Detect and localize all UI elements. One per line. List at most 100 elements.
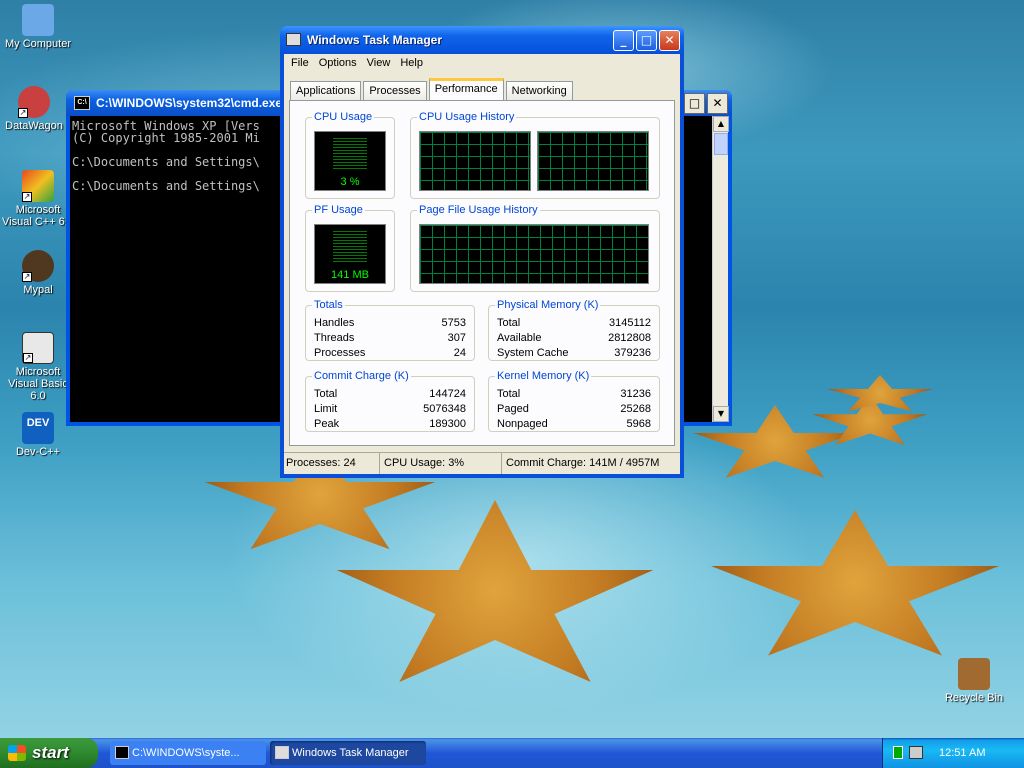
physical-memory-group: Physical Memory (K) Total 3145112 Availab… (488, 299, 660, 361)
maximize-button[interactable]: □ (636, 30, 657, 51)
tab-networking[interactable]: Networking (505, 81, 573, 100)
cmd-scrollbar[interactable]: ▲ ▼ (712, 116, 729, 422)
row-value: 31236 (620, 388, 651, 400)
task-manager-icon (275, 746, 289, 759)
row-value: 379236 (614, 347, 651, 359)
task-manager-window[interactable]: Windows Task Manager _ □ ✕ File Options … (280, 26, 684, 478)
row-value: 5968 (626, 418, 651, 430)
row-value: 144724 (429, 388, 466, 400)
pf-usage-value: 141 MB (331, 269, 369, 281)
pf-history-graph (419, 224, 649, 284)
task-manager-title: Windows Task Manager (307, 33, 443, 47)
pf-usage-label: PF Usage (312, 204, 365, 216)
desktop-icon-label: Recycle Bin (944, 692, 1004, 704)
physical-memory-label: Physical Memory (K) (495, 299, 601, 311)
row-key: Total (497, 388, 521, 400)
taskbar-button-cmd[interactable]: C:\WINDOWS\syste... (110, 741, 266, 765)
starfish-decoration (827, 375, 933, 412)
computer-icon (22, 4, 54, 36)
physical-memory-row: Available 2812808 (497, 331, 651, 346)
kernel-memory-label: Kernel Memory (K) (495, 370, 592, 382)
row-key: Total (314, 388, 338, 400)
totals-label: Totals (312, 299, 345, 311)
totals-group: Totals Handles 5753 Threads 307 Processes 2… (305, 299, 475, 361)
tab-performance[interactable]: Performance (428, 78, 504, 100)
start-label: start (32, 743, 69, 762)
shortcut-arrow-icon: ↗ (22, 192, 32, 202)
physical-memory-rows: Total 3145112 Available 2812808 System Cac… (497, 316, 651, 361)
desktop-icon-visual-cpp[interactable]: ↗ Microsoft Visual C++ 6.0 (0, 170, 76, 228)
row-value: 307 (447, 332, 466, 344)
cmd-icon (115, 746, 129, 759)
menu-bar: File Options View Help (284, 54, 680, 74)
row-value: 2812808 (608, 332, 651, 344)
visual-cpp-icon: ↗ (22, 170, 54, 202)
minimize-button[interactable]: _ (613, 30, 634, 51)
row-value: 3145112 (608, 317, 651, 329)
performance-panel: CPU Usage 3 % CPU Usage History PF Usage… (289, 100, 675, 446)
menu-file[interactable]: File (286, 54, 314, 74)
starfish-decoration (336, 500, 654, 682)
physical-memory-row: Total 3145112 (497, 316, 651, 331)
desktop-icon-mypal[interactable]: ↗ Mypal (0, 250, 76, 296)
scroll-down-icon[interactable]: ▼ (713, 406, 729, 422)
start-button[interactable]: start (0, 738, 98, 768)
task-manager-tray-icon[interactable] (893, 746, 903, 759)
pf-usage-group: PF Usage 141 MB (305, 204, 395, 292)
dev-cpp-icon: DEV (22, 412, 54, 444)
starfish-decoration (711, 510, 999, 656)
taskbar-button-task-manager[interactable]: Windows Task Manager (270, 741, 426, 765)
task-manager-client: File Options View Help Applications Proc… (284, 54, 680, 474)
mypal-raccoon-icon: ↗ (22, 250, 54, 282)
cmd-close-button[interactable]: ✕ (707, 93, 728, 114)
cmd-maximize-button[interactable]: □ (684, 93, 705, 114)
row-key: Available (497, 332, 542, 344)
taskbar-button-label: Windows Task Manager (292, 747, 409, 759)
commit-charge-row: Peak 189300 (314, 417, 466, 432)
row-key: Threads (314, 332, 355, 344)
totals-row: Threads 307 (314, 331, 466, 346)
menu-view[interactable]: View (362, 54, 396, 74)
network-icon[interactable] (909, 746, 923, 759)
desktop-icon-visual-basic[interactable]: ↗ Microsoft Visual Basic 6.0 (0, 332, 76, 402)
totals-rows: Handles 5753 Threads 307 Processes 24 (314, 316, 466, 361)
clock[interactable]: 12:51 AM (939, 738, 985, 768)
meter-bars (333, 231, 367, 263)
kernel-memory-group: Kernel Memory (K) Total 31236 Paged 25268 … (488, 370, 660, 432)
shortcut-arrow-icon: ↗ (22, 272, 32, 282)
tab-processes[interactable]: Processes (363, 81, 427, 100)
task-manager-icon (286, 33, 301, 46)
cpu-history-group: CPU Usage History (410, 111, 660, 199)
scroll-up-icon[interactable]: ▲ (713, 116, 729, 132)
desktop-icon-label: DataWagon (5, 120, 63, 132)
desktop-icon-my-computer[interactable]: My Computer (0, 4, 76, 50)
close-button[interactable]: ✕ (659, 30, 680, 51)
totals-row: Handles 5753 (314, 316, 466, 331)
desktop-icon-label: Mypal (23, 284, 53, 296)
cpu-usage-value: 3 % (340, 176, 360, 188)
desktop-icon-label: Dev-C++ (15, 446, 61, 458)
cpu-history-graph-core-2 (537, 131, 649, 191)
tab-applications[interactable]: Applications (290, 81, 362, 100)
row-value: 5076348 (423, 403, 466, 415)
cpu-usage-group: CPU Usage 3 % (305, 111, 395, 199)
row-key: Processes (314, 347, 366, 359)
system-tray: 12:51 AM (882, 738, 1024, 768)
scroll-thumb[interactable] (714, 133, 728, 155)
commit-charge-rows: Total 144724 Limit 5076348 Peak 189300 (314, 387, 466, 432)
cpu-history-graph-core-1 (419, 131, 531, 191)
cmd-title: C:\WINDOWS\system32\cmd.exe (96, 96, 283, 110)
kernel-memory-rows: Total 31236 Paged 25268 Nonpaged 5968 (497, 387, 651, 432)
desktop-icon-recycle-bin[interactable]: Recycle Bin (936, 658, 1012, 704)
menu-help[interactable]: Help (395, 54, 428, 74)
status-bar: Processes: 24 CPU Usage: 3% Commit Charg… (284, 452, 680, 474)
commit-charge-row: Total 144724 (314, 387, 466, 402)
row-key: Limit (314, 403, 338, 415)
desktop-icon-datawagon[interactable]: ↗ DataWagon (0, 86, 72, 132)
desktop-icon-dev-cpp[interactable]: DEV Dev-C++ (0, 412, 76, 458)
row-key: Total (497, 317, 521, 329)
row-value: 25268 (620, 403, 651, 415)
commit-charge-row: Limit 5076348 (314, 402, 466, 417)
kernel-memory-row: Paged 25268 (497, 402, 651, 417)
menu-options[interactable]: Options (314, 54, 362, 74)
